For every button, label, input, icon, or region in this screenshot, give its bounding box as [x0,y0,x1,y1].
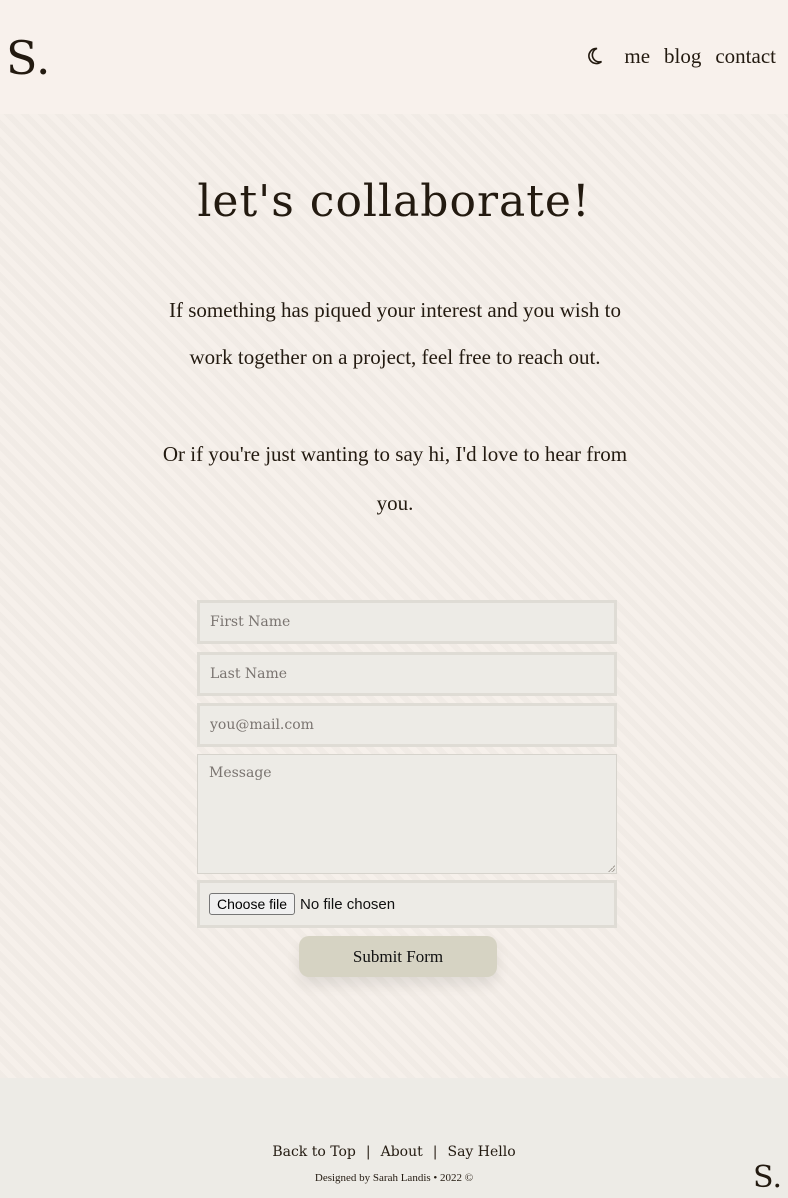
footer-separator: | [365,1144,371,1160]
message-textarea[interactable] [198,755,616,873]
site-logo[interactable]: S. [6,28,51,88]
nav-link-blog[interactable]: blog [664,40,701,72]
choose-file-button[interactable]: Choose file [209,893,296,915]
footer-link-about[interactable]: About [381,1144,423,1160]
site-footer: Back to Top | About | Say Hello Designed by … [0,1078,788,1198]
footer-credit: Designed by Sarah Landis • 2022 © [314,1172,474,1184]
resize-handle-icon[interactable] [608,865,615,872]
site-header: S. me blog contact [0,0,788,114]
footer-logo: S. [752,1160,782,1195]
submit-button[interactable]: Submit Form [299,936,497,977]
page-title: let's collaborate! [197,176,591,227]
last-name-input[interactable] [200,655,614,693]
nav-link-me[interactable]: me [624,40,650,72]
file-upload-field: Choose file No file chosen [197,880,617,928]
email-input[interactable] [200,706,614,744]
nav-link-contact[interactable]: contact [715,40,776,72]
footer-link-back-to-top[interactable]: Back to Top [272,1144,356,1160]
message-field-wrapper [197,754,617,874]
file-status: No file chosen [300,895,396,913]
email-field-wrapper [197,703,617,747]
footer-separator: | [432,1144,438,1160]
contact-section: let's collaborate! If something has piqu… [0,114,788,1078]
first-name-input[interactable] [200,603,614,641]
intro-paragraph: If something has piqued your interest an… [168,298,621,369]
last-name-field-wrapper [197,652,617,696]
footer-link-say-hello[interactable]: Say Hello [447,1144,515,1160]
intro-paragraph-2: Or if you're just wanting to say hi, I'd… [162,442,628,515]
moon-icon[interactable] [584,40,606,72]
first-name-field-wrapper [197,600,617,644]
footer-nav: Back to Top | About | Say Hello [0,1142,788,1162]
main-nav: me blog contact [584,40,776,72]
